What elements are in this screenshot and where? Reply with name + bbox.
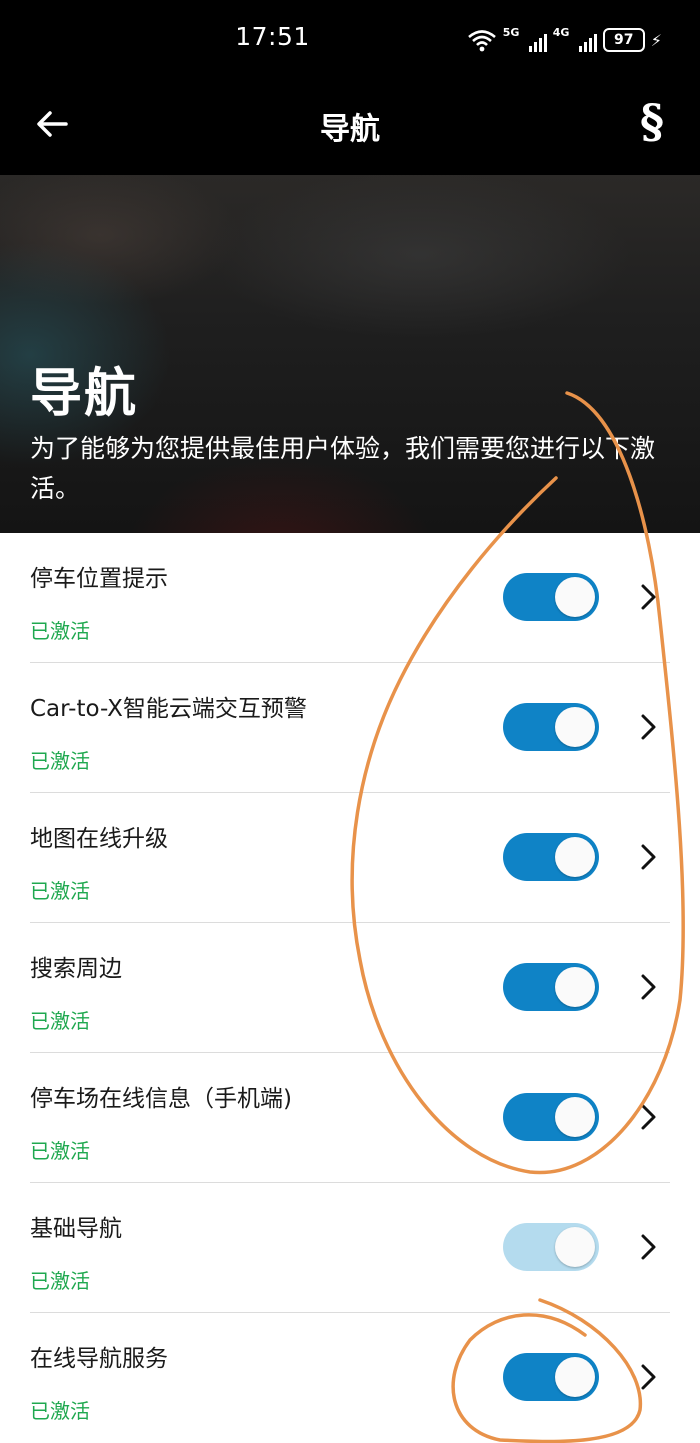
- service-name: 停车位置提示: [30, 566, 168, 592]
- toggle-knob: [555, 707, 595, 747]
- service-row[interactable]: Car-to-X智能云端交互预警 已激活: [30, 663, 670, 793]
- service-row[interactable]: 停车场在线信息（手机端) 已激活: [30, 1053, 670, 1183]
- service-status: 已激活: [30, 1009, 90, 1033]
- signal-5g-icon: 5G: [503, 26, 547, 52]
- service-name: 搜索周边: [30, 956, 122, 982]
- status-icons: 5G 4G 97 ⚡: [467, 26, 662, 52]
- service-row[interactable]: 基础导航 已激活: [30, 1183, 670, 1313]
- service-toggle[interactable]: [503, 833, 599, 881]
- service-toggle[interactable]: [503, 703, 599, 751]
- service-toggle[interactable]: [503, 963, 599, 1011]
- wifi-icon: [467, 30, 496, 52]
- service-list: 停车位置提示 已激活 Car-to-X智能云端交互预警 已激活 地图在线升级 已…: [0, 533, 700, 1442]
- service-row[interactable]: 在线导航服务 已激活: [30, 1313, 670, 1442]
- status-time: 17:51: [235, 22, 310, 51]
- chevron-right-icon[interactable]: [634, 971, 664, 1003]
- toggle-knob: [555, 837, 595, 877]
- toggle-knob: [555, 967, 595, 1007]
- service-row[interactable]: 地图在线升级 已激活: [30, 793, 670, 923]
- toggle-knob: [555, 1097, 595, 1137]
- chevron-right-icon[interactable]: [634, 711, 664, 743]
- service-name: 基础导航: [30, 1216, 122, 1242]
- signal-4g-icon: 4G: [553, 26, 597, 52]
- service-toggle[interactable]: [503, 1353, 599, 1401]
- service-status: 已激活: [30, 619, 90, 643]
- chevron-right-icon[interactable]: [634, 841, 664, 873]
- service-status: 已激活: [30, 879, 90, 903]
- service-name: 在线导航服务: [30, 1346, 168, 1372]
- service-status: 已激活: [30, 1269, 90, 1293]
- app-bar: 导航 §: [0, 80, 700, 175]
- toggle-knob: [555, 1227, 595, 1267]
- service-status: 已激活: [30, 1139, 90, 1163]
- battery-icon: 97: [602, 28, 645, 52]
- chevron-right-icon[interactable]: [634, 1231, 664, 1263]
- chevron-right-icon[interactable]: [634, 581, 664, 613]
- service-status: 已激活: [30, 749, 90, 773]
- hero-description: 为了能够为您提供最佳用户体验，我们需要您进行以下激活。: [30, 434, 656, 503]
- charging-bolt-icon: ⚡: [650, 30, 662, 50]
- hero-title: 导航: [30, 364, 139, 424]
- service-name: 停车场在线信息（手机端): [30, 1086, 292, 1112]
- service-row[interactable]: 搜索周边 已激活: [30, 923, 670, 1053]
- status-bar: 17:51 5G 4G 97 ⚡: [0, 0, 700, 80]
- chevron-right-icon[interactable]: [634, 1101, 664, 1133]
- service-toggle-disabled: [503, 1223, 599, 1271]
- service-name: 地图在线升级: [30, 826, 168, 852]
- service-status: 已激活: [30, 1399, 90, 1423]
- service-row[interactable]: 停车位置提示 已激活: [30, 533, 670, 663]
- service-name: Car-to-X智能云端交互预警: [30, 696, 307, 722]
- page-title: 导航: [320, 112, 380, 147]
- hero-banner: 导航 为了能够为您提供最佳用户体验，我们需要您进行以下激活。: [0, 175, 700, 533]
- chevron-right-icon[interactable]: [634, 1361, 664, 1393]
- service-toggle[interactable]: [503, 1093, 599, 1141]
- toggle-knob: [555, 1357, 595, 1397]
- toggle-knob: [555, 577, 595, 617]
- service-toggle[interactable]: [503, 573, 599, 621]
- legal-section-icon[interactable]: §: [640, 94, 664, 148]
